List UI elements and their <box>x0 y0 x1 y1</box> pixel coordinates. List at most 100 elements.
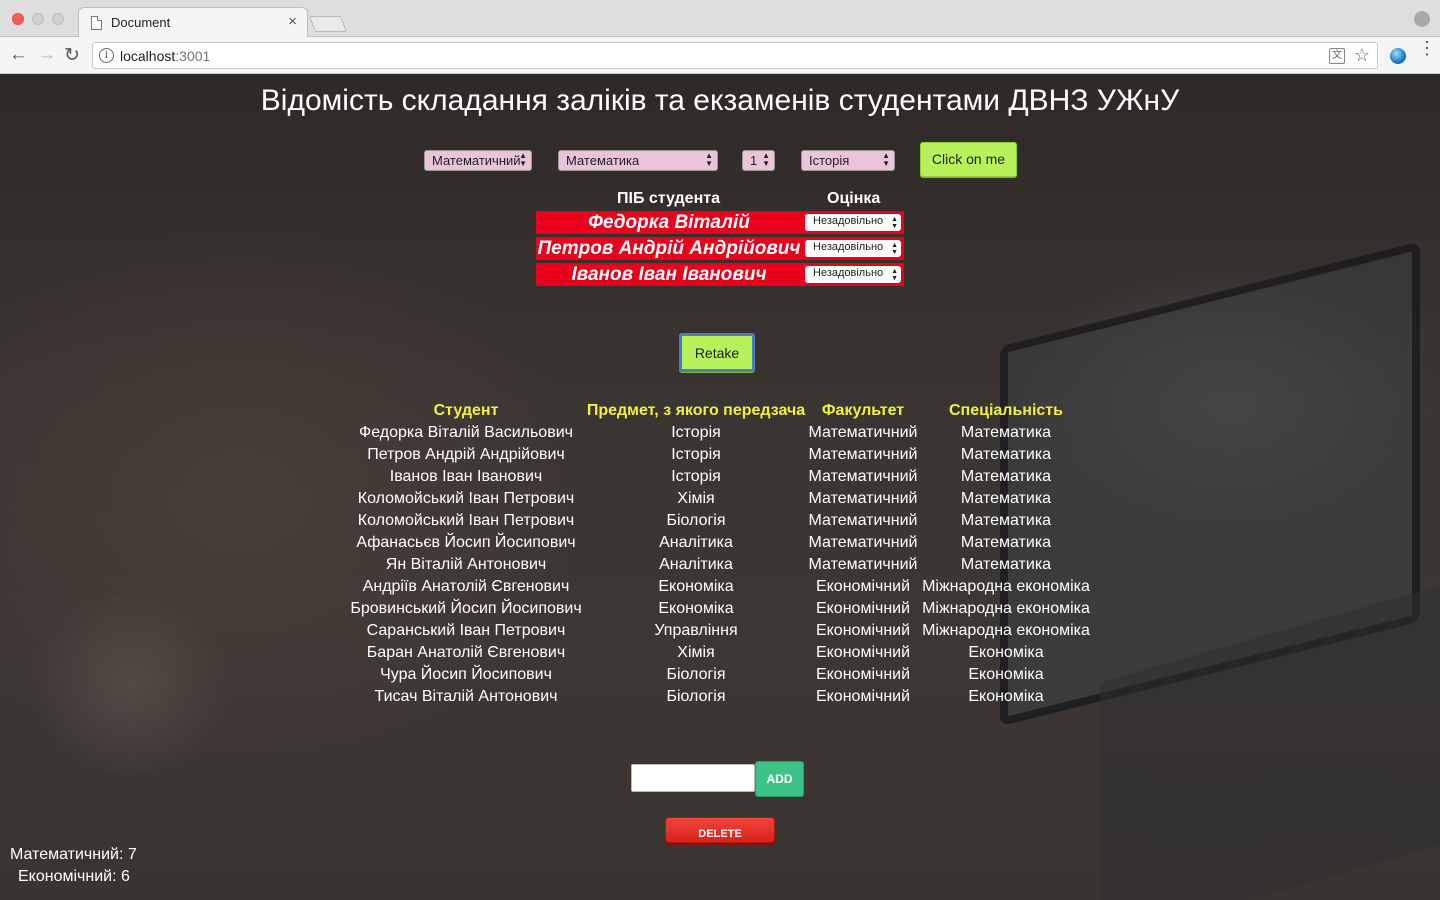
table-cell-specialty: Математика <box>960 468 1052 485</box>
table-cell-faculty: Математичний <box>808 490 918 507</box>
subject-select-value: Історія <box>809 153 850 168</box>
select-arrows-icon: ▲ ▼ <box>891 268 898 282</box>
table-cell-student: Федорка Віталій Васильович <box>359 424 573 441</box>
zoom-window-button[interactable] <box>52 13 64 25</box>
tab-close-icon[interactable]: × <box>288 13 297 30</box>
faculty-select[interactable]: Математичний ▲ ▼ <box>424 150 532 171</box>
grades-header-name: ПІБ студента <box>617 190 720 207</box>
table-cell-student: Афанасьєв Йосип Йосипович <box>356 534 576 551</box>
grade-select-value: Незадовільно <box>813 241 884 253</box>
faculty-stats: Математичний: 7 Економічний: 6 <box>10 844 137 888</box>
table-cell-specialty: Міжнародна економіка <box>922 622 1090 639</box>
table-cell-subject: Біологія <box>666 666 726 683</box>
page-content: Відомість складання заліків та екзаменів… <box>0 74 1440 900</box>
column-header-student: Студент <box>433 402 499 419</box>
table-cell-faculty: Математичний <box>808 468 918 485</box>
browser-tab[interactable]: Document × <box>78 7 308 38</box>
table-cell-student: Баран Анатолій Євгенович <box>366 644 566 661</box>
select-arrows-icon: ▲ ▼ <box>891 216 898 230</box>
submit-button[interactable]: Click on me <box>920 142 1017 177</box>
forward-arrow-icon[interactable]: → <box>37 44 56 66</box>
translate-icon[interactable]: 文 <box>1329 48 1345 64</box>
add-button[interactable]: ADD <box>755 761 804 797</box>
select-arrows-icon: ▲ ▼ <box>519 151 527 168</box>
table-cell-subject: Історія <box>671 468 721 485</box>
stat-econ: Економічний: 6 <box>18 868 130 885</box>
grade-student-name: Петров Андрій Андрійович <box>536 237 802 260</box>
table-cell-faculty: Економічний <box>815 578 911 595</box>
table-cell-student: Бровинський Йосип Йосипович <box>350 600 582 617</box>
table-cell-faculty: Економічний <box>815 644 911 661</box>
grade-select-value: Незадовільно <box>813 267 884 279</box>
address-bar[interactable]: i localhost:3001 文 ☆ <box>92 42 1378 69</box>
select-arrows-icon: ▲ ▼ <box>762 151 770 168</box>
select-arrows-icon: ▲ ▼ <box>705 151 713 168</box>
minimize-window-button[interactable] <box>32 13 44 25</box>
grade-select[interactable]: Незадовільно ▲ ▼ <box>805 214 901 231</box>
table-cell-specialty: Математика <box>960 490 1052 507</box>
table-cell-subject: Історія <box>671 424 721 441</box>
faculty-select-value: Математичний <box>432 153 521 168</box>
specialty-select[interactable]: Математика ▲ ▼ <box>558 150 718 171</box>
table-cell-faculty: Математичний <box>808 512 918 529</box>
table-cell-specialty: Математика <box>960 534 1052 551</box>
select-arrows-icon: ▲ ▼ <box>882 151 890 168</box>
grades-header-grade: Оцінка <box>827 190 881 207</box>
table-cell-student: Ян Віталій Антонович <box>385 556 547 573</box>
specialty-select-value: Математика <box>566 153 640 168</box>
table-cell-subject: Управління <box>654 622 738 639</box>
info-icon[interactable]: i <box>99 48 114 63</box>
select-arrows-icon: ▲ ▼ <box>891 242 898 256</box>
reload-icon[interactable]: ↻ <box>64 44 80 67</box>
table-cell-faculty: Математичний <box>808 534 918 551</box>
table-cell-subject: Аналітика <box>659 534 733 551</box>
grade-select-value: Незадовільно <box>813 215 884 227</box>
table-cell-subject: Біологія <box>666 512 726 529</box>
profile-icon[interactable] <box>1414 11 1430 27</box>
grade-cell: Незадовільно ▲ ▼ <box>802 237 904 260</box>
delete-button[interactable]: DELETE <box>665 817 775 843</box>
course-select-value: 1 <box>750 153 758 168</box>
table-cell-subject: Хімія <box>677 644 715 661</box>
table-cell-faculty: Економічний <box>815 688 911 705</box>
extension-globe-icon[interactable] <box>1390 48 1406 64</box>
url-text[interactable]: localhost:3001 <box>120 48 210 64</box>
retake-button[interactable]: Retake <box>679 333 755 372</box>
table-cell-faculty: Економічний <box>815 622 911 639</box>
table-cell-subject: Економіка <box>658 600 734 617</box>
add-input[interactable] <box>631 764 755 792</box>
back-arrow-icon[interactable]: ← <box>9 44 28 66</box>
course-select[interactable]: 1 ▲ ▼ <box>742 150 775 171</box>
browser-toolbar: ← → ↻ i localhost:3001 文 ☆ ⋮ <box>0 37 1440 74</box>
close-window-button[interactable] <box>12 13 24 25</box>
browser-tab-bar: Document × <box>0 0 1440 38</box>
table-cell-faculty: Математичний <box>808 424 918 441</box>
grade-select[interactable]: Незадовільно ▲ ▼ <box>805 266 901 283</box>
grade-select[interactable]: Незадовільно ▲ ▼ <box>805 240 901 257</box>
new-tab-button[interactable] <box>309 16 347 32</box>
table-cell-specialty: Міжнародна економіка <box>922 578 1090 595</box>
table-cell-student: Тисач Віталій Антонович <box>374 688 558 705</box>
table-cell-specialty: Економіка <box>968 688 1044 705</box>
page-title: Відомість складання заліків та екзаменів… <box>260 84 1180 117</box>
document-icon <box>91 16 102 30</box>
column-header-subject: Предмет, з якого передзача <box>586 402 806 419</box>
grade-cell: Незадовільно ▲ ▼ <box>802 263 904 286</box>
table-cell-student: Коломойський Іван Петрович <box>357 490 575 507</box>
table-cell-faculty: Математичний <box>808 446 918 463</box>
table-cell-specialty: Математика <box>960 446 1052 463</box>
table-cell-specialty: Математика <box>960 512 1052 529</box>
bookmark-star-icon[interactable]: ☆ <box>1354 45 1370 66</box>
column-header-specialty: Спеціальність <box>949 402 1063 419</box>
grade-student-name: Федорка Віталій Васильович <box>536 211 802 256</box>
table-cell-specialty: Міжнародна економіка <box>922 600 1090 617</box>
grade-cell: Незадовільно ▲ ▼ <box>802 211 904 234</box>
url-port: :3001 <box>175 48 211 64</box>
table-cell-student: Саранський Іван Петрович <box>366 622 566 639</box>
table-cell-subject: Біологія <box>666 688 726 705</box>
table-cell-faculty: Економічний <box>815 666 911 683</box>
table-cell-specialty: Математика <box>960 424 1052 441</box>
menu-icon[interactable]: ⋮ <box>1418 39 1436 57</box>
subject-select[interactable]: Історія ▲ ▼ <box>801 150 895 171</box>
table-cell-subject: Економіка <box>658 578 734 595</box>
